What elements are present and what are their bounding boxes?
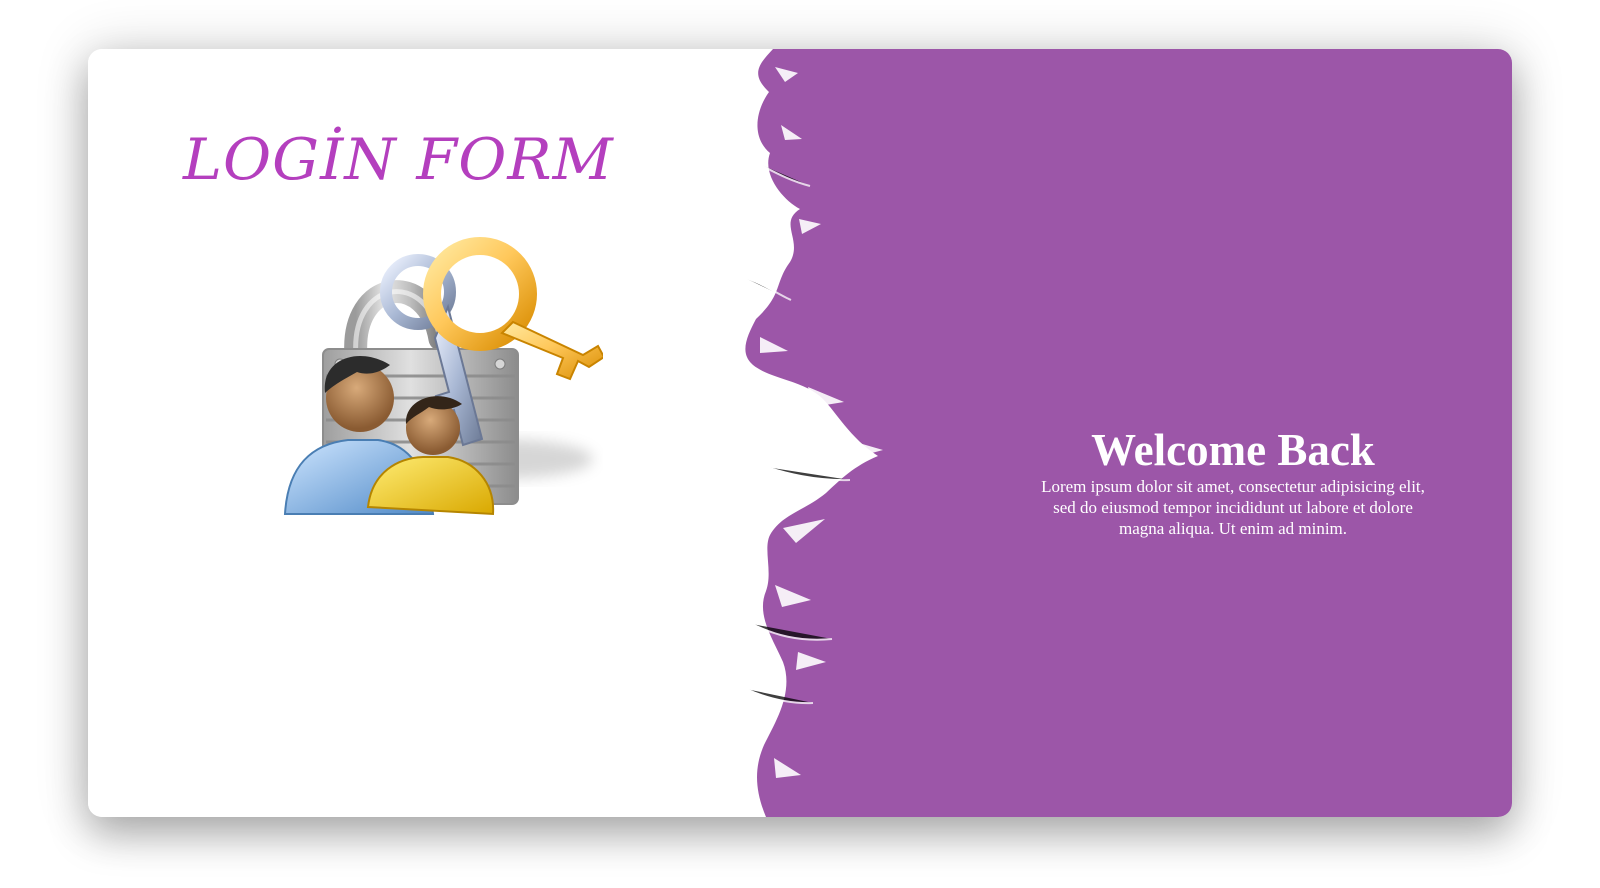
login-panel: LOGİN FORM [88,49,728,817]
page-title: LOGİN FORM [183,127,614,193]
welcome-description: Lorem ipsum dolor sit amet, consectetur … [1041,477,1425,538]
welcome-message: Welcome Back Lorem ipsum dolor sit amet,… [1033,424,1433,539]
padlock-keys-users-icon [283,237,603,516]
brush-stroke-edge-icon [728,49,883,817]
login-card: LOGİN FORM Welcome Back Lorem ipsum dolo… [88,49,1512,817]
welcome-title: Welcome Back [1091,425,1375,475]
